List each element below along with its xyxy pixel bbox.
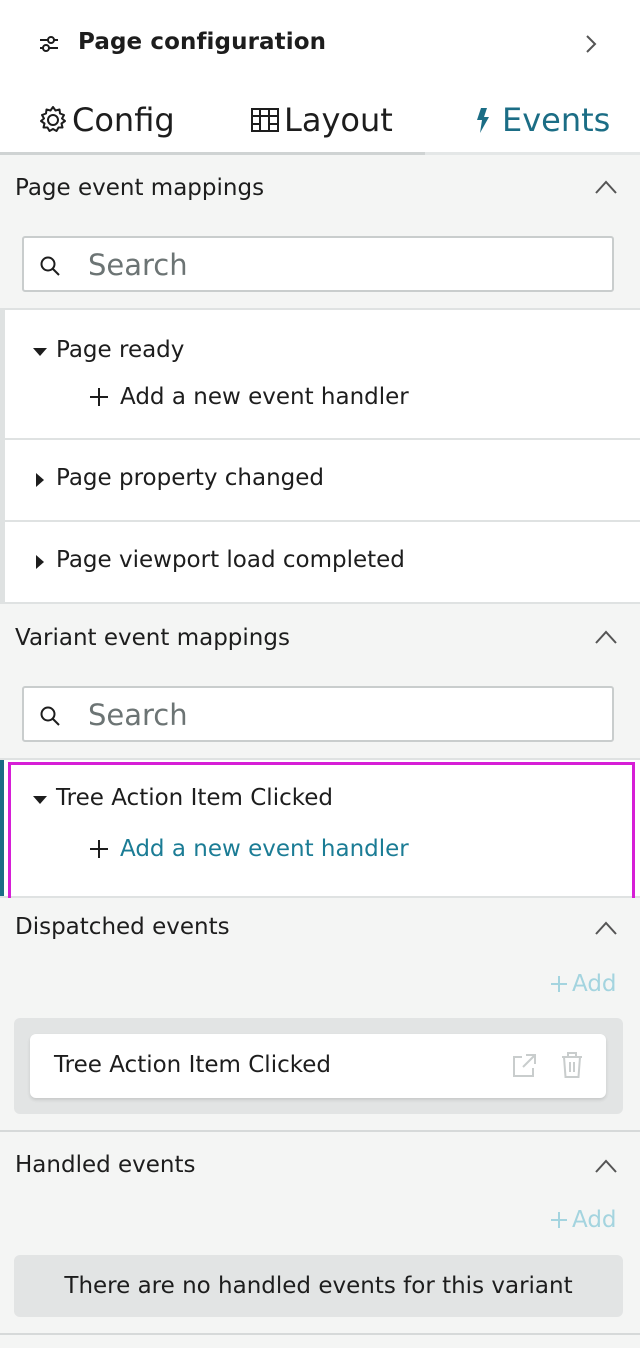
event-label[interactable]: Page viewport load completed (56, 547, 405, 573)
handled-events-header[interactable]: Handled events (0, 1132, 640, 1194)
search-icon (40, 256, 60, 276)
section-title: Handled events (15, 1152, 196, 1178)
list-rule (0, 440, 5, 520)
caret-right-icon[interactable] (32, 554, 48, 570)
list-rule-active (0, 760, 4, 896)
tab-bar: Config Layout Events (0, 88, 640, 155)
variant-event-mappings-header[interactable]: Variant event mappings (0, 605, 640, 669)
dispatched-events-header[interactable]: Dispatched events (0, 898, 640, 960)
tab-events[interactable]: Events (468, 96, 610, 144)
page-events-search (22, 236, 614, 292)
add-dispatched-event-button[interactable]: Add (550, 971, 617, 997)
caret-down-icon[interactable] (32, 792, 48, 808)
add-label: Add (572, 971, 617, 997)
list-rule (0, 310, 5, 440)
handled-events-empty-message: There are no handled events for this var… (14, 1255, 623, 1317)
add-event-handler-button[interactable]: Add a new event handler (88, 836, 409, 862)
list-item: Page viewport load completed (0, 522, 640, 604)
dispatched-event-label: Tree Action Item Clicked (54, 1052, 331, 1078)
page-configuration-row[interactable]: Page configuration (0, 0, 640, 88)
tab-config[interactable]: Config (38, 96, 175, 144)
plus-icon (551, 1212, 567, 1228)
list-item: Page ready Add a new event handler (0, 308, 640, 440)
event-label[interactable]: Tree Action Item Clicked (56, 785, 333, 811)
event-label[interactable]: Page property changed (56, 465, 324, 491)
page-configuration-title: Page configuration (78, 29, 327, 55)
chevron-up-icon[interactable] (594, 1158, 618, 1174)
caret-right-icon[interactable] (32, 472, 48, 488)
add-label: Add (572, 1207, 617, 1233)
dispatched-events-list: Tree Action Item Clicked (14, 1018, 623, 1114)
add-event-handler-button[interactable]: Add a new event handler (88, 384, 409, 410)
add-handled-event-button[interactable]: Add (550, 1207, 617, 1233)
gear-icon (40, 106, 66, 132)
chevron-up-icon[interactable] (594, 179, 618, 195)
tab-layout-label: Layout (284, 101, 393, 139)
section-divider (0, 1333, 640, 1335)
list-rule (0, 522, 5, 602)
plus-icon (551, 976, 567, 992)
tab-config-label: Config (72, 101, 175, 139)
add-handler-label: Add a new event handler (120, 836, 409, 862)
section-title: Dispatched events (15, 914, 230, 940)
sliders-icon (40, 36, 58, 52)
chevron-up-icon[interactable] (594, 629, 618, 645)
plus-icon (90, 840, 108, 858)
chevron-up-icon[interactable] (594, 920, 618, 936)
section-title: Page event mappings (15, 175, 265, 201)
dispatched-event-card[interactable]: Tree Action Item Clicked (30, 1034, 606, 1098)
tab-layout[interactable]: Layout (250, 96, 393, 144)
trash-icon[interactable] (560, 1051, 584, 1079)
search-input[interactable] (88, 696, 598, 734)
section-title: Variant event mappings (15, 625, 290, 651)
plus-icon (90, 388, 108, 406)
caret-down-icon[interactable] (32, 344, 48, 360)
variant-events-search (22, 686, 614, 742)
list-item: Tree Action Item Clicked Add a new event… (0, 758, 640, 898)
page-event-mappings-header[interactable]: Page event mappings (0, 155, 640, 219)
layout-columns-icon (251, 108, 279, 132)
search-input[interactable] (88, 246, 598, 284)
panel-header: Page configuration Config Layout Events (0, 0, 640, 155)
lightning-icon (477, 108, 489, 133)
add-handler-label: Add a new event handler (120, 384, 409, 410)
tab-events-label: Events (502, 101, 611, 139)
external-link-icon[interactable] (510, 1052, 538, 1080)
event-label[interactable]: Page ready (56, 337, 184, 363)
chevron-right-icon[interactable] (582, 33, 600, 55)
list-item: Page property changed (0, 440, 640, 522)
search-icon (40, 706, 60, 726)
